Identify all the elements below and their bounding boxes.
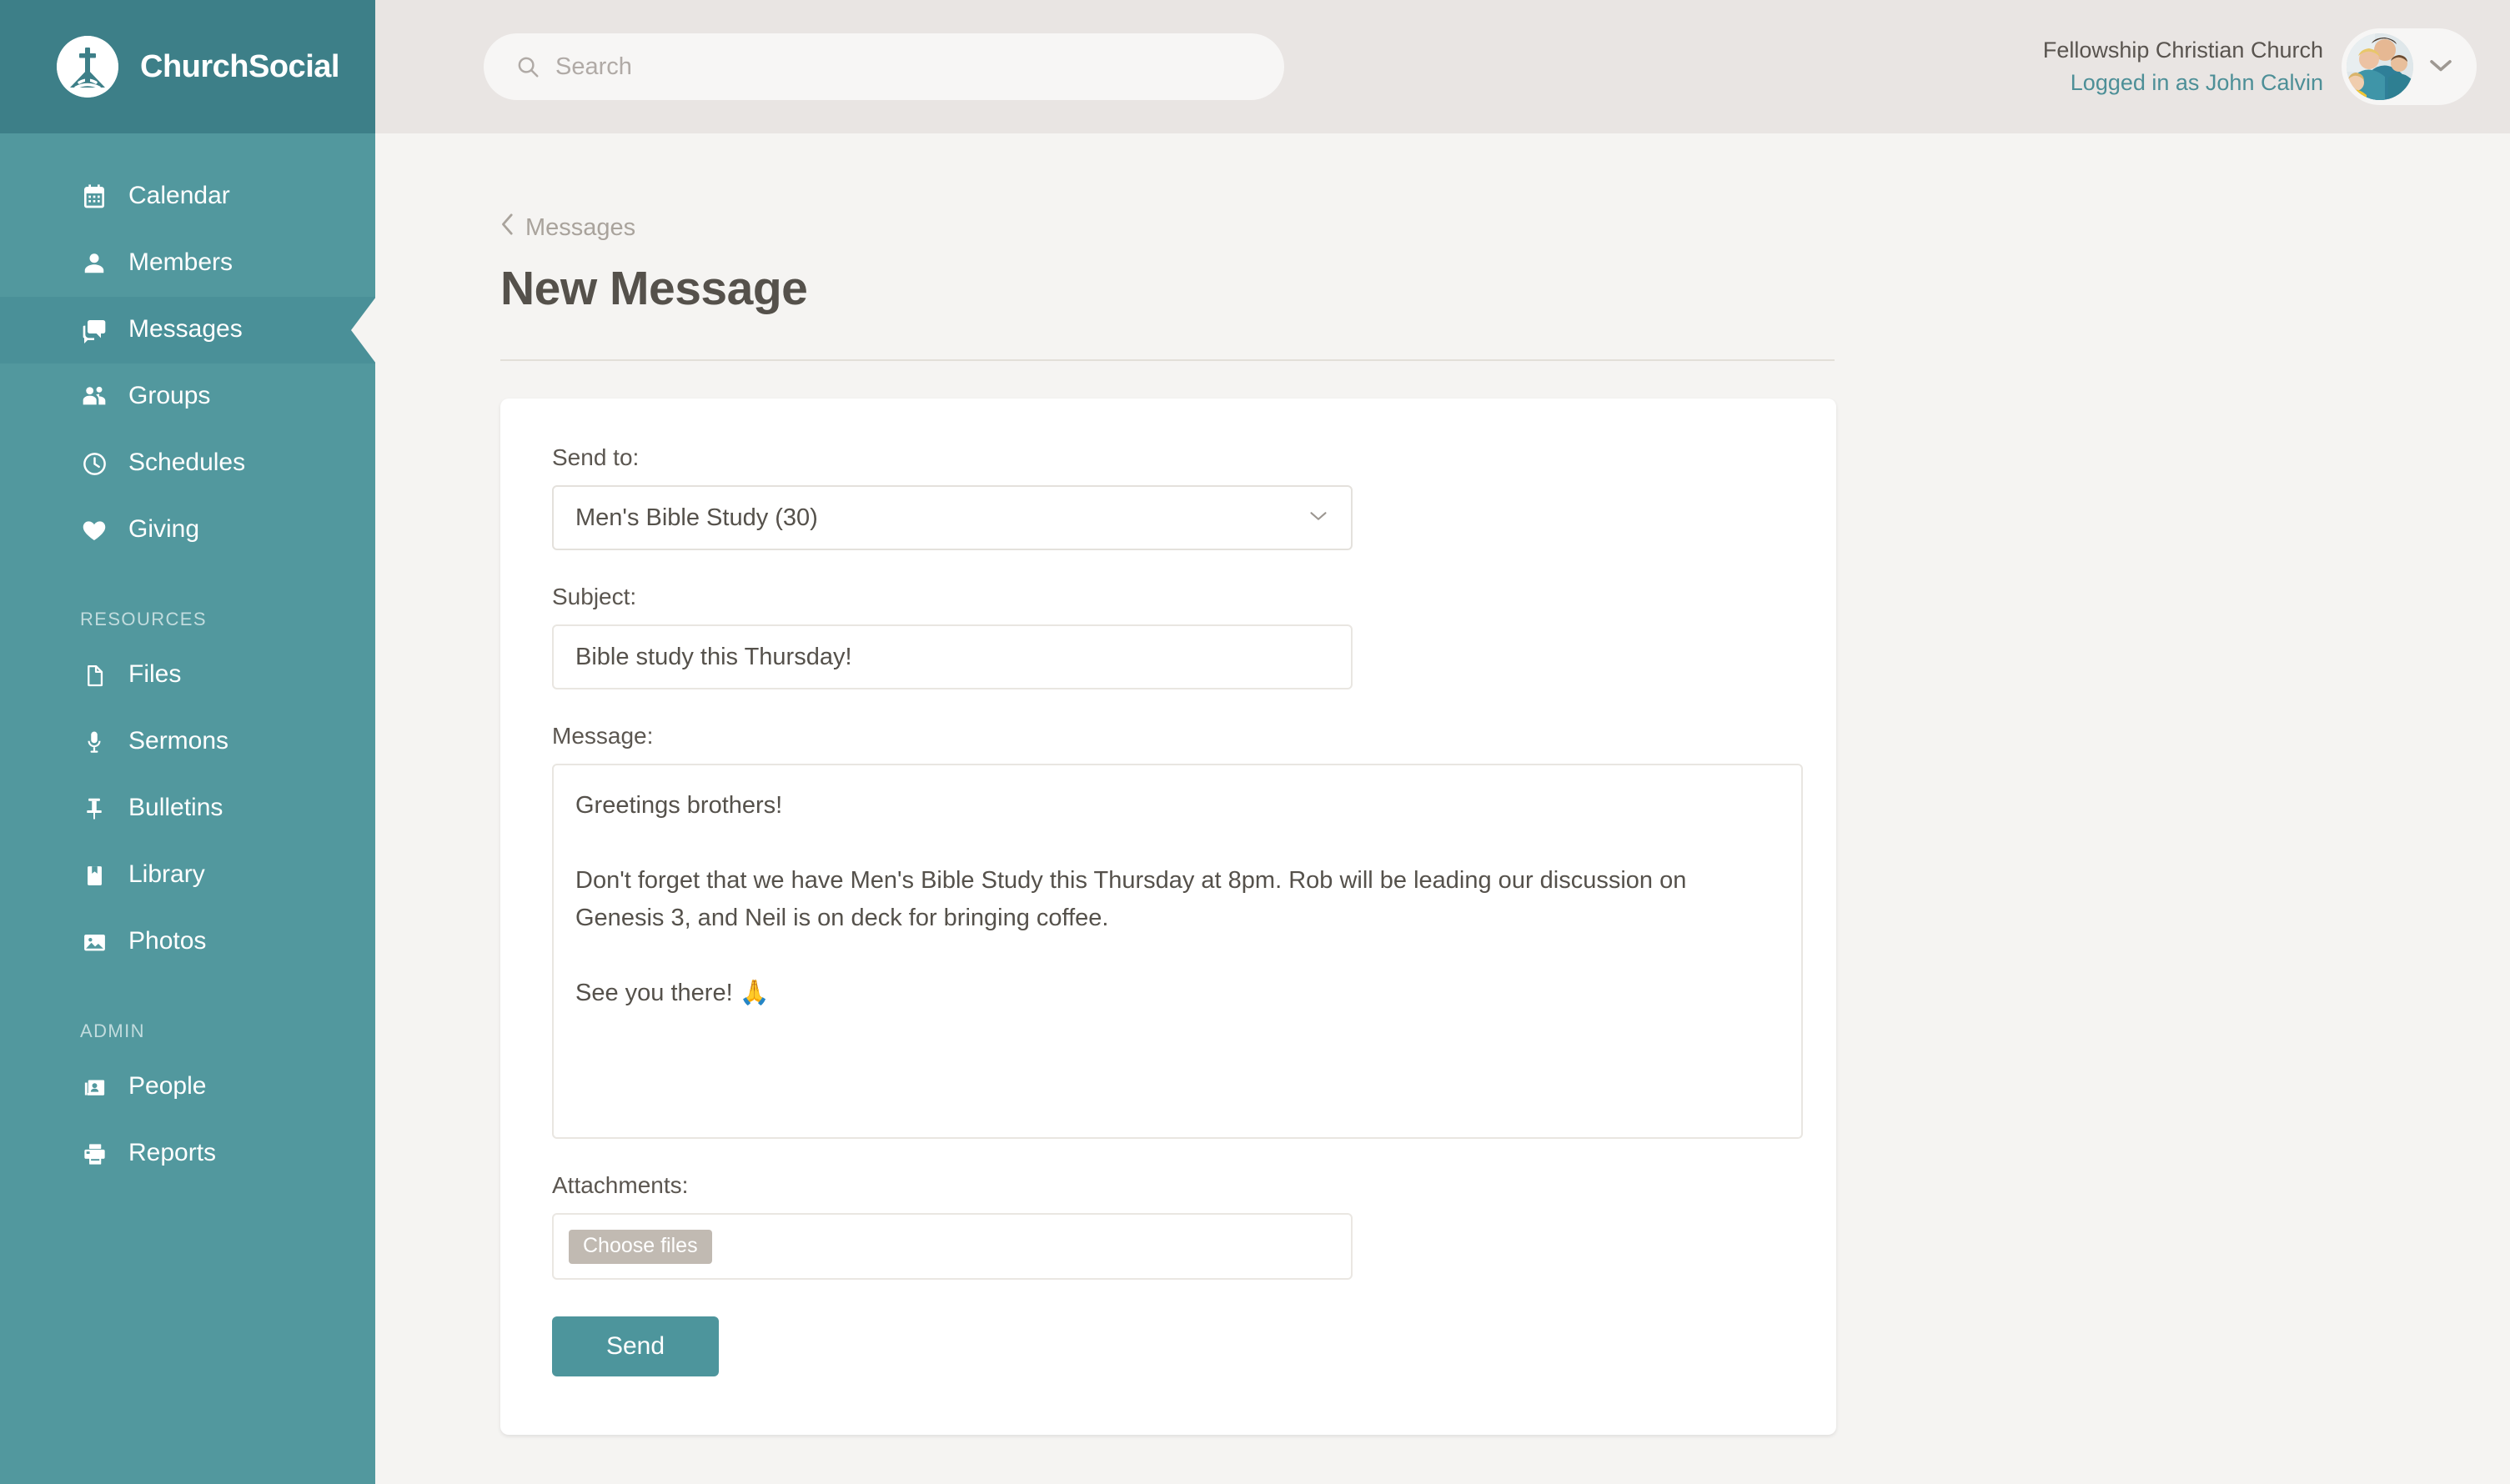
subject-field: Subject: Bible study this Thursday! [552,584,1785,689]
account-area: Fellowship Christian Church Logged in as… [2043,28,2477,105]
sidebar-item-label: Calendar [128,181,230,209]
sidebar-section-resources: RESOURCES [80,609,207,629]
search-placeholder: Search [555,53,632,80]
brand-logo[interactable]: ChurchSocial [0,0,375,133]
brand-name: ChurchSocial [140,48,339,84]
sidebar-item-label: Groups [128,381,211,409]
sidebar-item-label: Members [128,248,233,276]
sidebar-item-label: Sermons [128,726,229,755]
pushpin-icon [80,795,108,823]
account-text: Fellowship Christian Church Logged in as… [2043,34,2342,99]
book-icon [80,861,108,890]
top-bar: Search Fellowship Christian Church Logge… [375,0,2510,133]
clock-icon [80,449,108,478]
page-title: New Message [500,262,808,315]
sidebar-item-members[interactable]: Members [0,230,375,297]
sidebar-item-label: People [128,1071,207,1100]
breadcrumb-label: Messages [525,213,636,241]
title-divider [500,359,1835,361]
page-content: Messages New Message Send to: Men's Bibl… [375,133,2510,1435]
avatar [2347,33,2413,100]
subject-label: Subject: [552,584,637,609]
sidebar-item-label: Reports [128,1138,217,1166]
id-card-icon [80,1073,108,1101]
sidebar-item-label: Photos [128,926,207,955]
sidebar-item-label: Library [128,860,205,888]
message-textarea[interactable]: Greetings brothers! Don't forget that we… [552,764,1803,1139]
sidebar-item-label: Messages [128,314,243,343]
microphone-icon [80,728,108,756]
sidebar-item-files[interactable]: Files [0,642,375,709]
chat-bubbles-icon [80,316,108,344]
attachments-input[interactable]: Choose files [552,1213,1353,1280]
send-to-label: Send to: [552,444,640,470]
choose-files-button[interactable]: Choose files [569,1229,712,1264]
sidebar-item-label: Files [128,659,182,688]
sidebar-item-label: Schedules [128,448,246,476]
sidebar-item-bulletins[interactable]: Bulletins [0,775,375,842]
chevron-down-icon [1308,509,1329,527]
sidebar-item-sermons[interactable]: Sermons [0,709,375,775]
people-group-icon [80,383,108,411]
heart-icon [80,516,108,544]
message-label: Message: [552,723,654,749]
sidebar-item-label: Bulletins [128,793,223,821]
church-cross-logo-icon [57,36,118,98]
sidebar-nav: Calendar Members Messages Groups Schedul… [0,133,375,1187]
message-field: Message: Greetings brothers! Don't forge… [552,723,1803,1139]
photo-icon [80,928,108,956]
new-message-form-card: Send to: Men's Bible Study (30) Subject:… [500,399,1836,1435]
search-input[interactable]: Search [484,33,1284,100]
file-icon [80,661,108,689]
chevron-left-icon [500,213,515,243]
calendar-icon [80,183,108,211]
sidebar-item-label: Giving [128,514,200,543]
sidebar-item-giving[interactable]: Giving [0,497,375,564]
printer-icon [80,1140,108,1168]
attachments-field: Attachments: Choose files [552,1172,1785,1280]
send-to-value: Men's Bible Study (30) [575,504,818,531]
app-root: ChurchSocial Calendar Members Messages G… [0,0,2510,1484]
sidebar-section-admin: ADMIN [80,1020,145,1041]
sidebar-item-library[interactable]: Library [0,842,375,909]
sidebar-item-reports[interactable]: Reports [0,1121,375,1187]
logged-in-as[interactable]: Logged in as John Calvin [2043,67,2323,99]
sidebar: ChurchSocial Calendar Members Messages G… [0,0,375,1484]
chevron-down-icon [2427,56,2455,78]
account-menu-button[interactable] [2342,28,2477,105]
sidebar-item-groups[interactable]: Groups [0,363,375,430]
send-to-select[interactable]: Men's Bible Study (30) [552,485,1353,550]
send-button[interactable]: Send [552,1316,719,1376]
subject-input[interactable]: Bible study this Thursday! [552,624,1353,689]
main-area: Search Fellowship Christian Church Logge… [375,0,2510,1484]
search-icon [515,54,540,79]
attachments-label: Attachments: [552,1172,689,1198]
sidebar-item-messages[interactable]: Messages [0,297,375,363]
sidebar-item-people[interactable]: People [0,1054,375,1121]
church-name: Fellowship Christian Church [2042,37,2323,63]
person-icon [80,249,108,278]
breadcrumb[interactable]: Messages [500,213,635,243]
sidebar-item-schedules[interactable]: Schedules [0,430,375,497]
sidebar-item-calendar[interactable]: Calendar [0,163,375,230]
send-to-field: Send to: Men's Bible Study (30) [552,444,1785,550]
sidebar-item-photos[interactable]: Photos [0,909,375,975]
